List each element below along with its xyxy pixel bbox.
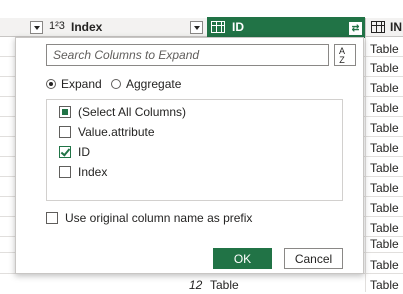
column-name-id: ID (232, 20, 244, 34)
aggregate-radio[interactable]: Aggregate (111, 77, 181, 91)
table-cell[interactable]: Table (370, 81, 399, 95)
sort-az-button[interactable]: A Z (334, 44, 356, 66)
list-item-index[interactable]: Index (59, 165, 107, 179)
column-filter-button[interactable] (30, 21, 43, 34)
whole-number-type-icon[interactable]: 1²3 (49, 20, 65, 32)
aggregate-label: Aggregate (126, 77, 182, 91)
cancel-button[interactable]: Cancel (284, 248, 343, 269)
table-type-icon[interactable] (211, 21, 225, 33)
list-item-value-attribute[interactable]: Value.attribute (59, 125, 155, 139)
search-input[interactable] (46, 44, 329, 66)
expand-columns-dialog: A Z Expand Aggregate (Select All Columns… (15, 37, 364, 274)
column-header-id[interactable]: ID (207, 17, 365, 38)
expand-radio[interactable]: Expand (46, 77, 102, 91)
table-cell[interactable]: Table (370, 278, 399, 292)
column-name-third: IN (390, 20, 402, 34)
column-name-index: Index (71, 20, 103, 34)
table-cell[interactable]: Table (210, 278, 239, 292)
table-cell[interactable]: Table (370, 141, 399, 155)
column-header-third[interactable]: IN (365, 18, 403, 37)
table-cell[interactable]: Table (370, 121, 399, 135)
expand-label: Expand (61, 77, 102, 91)
checkbox-unchecked[interactable] (59, 126, 71, 138)
radio-unselected-icon[interactable] (111, 79, 121, 89)
list-item-label: Index (78, 165, 108, 179)
list-item-label: (Select All Columns) (78, 105, 187, 119)
list-item-label: Value.attribute (78, 125, 155, 139)
table-cell[interactable]: Table (370, 181, 399, 195)
table-cell[interactable]: Table (370, 161, 399, 175)
table-cell[interactable]: Table (370, 201, 399, 215)
row-number: 12 (189, 278, 203, 292)
list-item-select-all[interactable]: (Select All Columns) (59, 105, 186, 119)
checkbox-checked[interactable] (59, 146, 71, 158)
column-header-index[interactable]: 1²3 Index (0, 18, 207, 37)
column-list: (Select All Columns) Value.attribute ID … (46, 99, 343, 201)
radio-selected-icon[interactable] (46, 79, 56, 89)
chevron-down-icon (33, 25, 40, 30)
chevron-down-icon (193, 25, 200, 30)
table-cell[interactable]: Table (370, 101, 399, 115)
ok-button[interactable]: OK (213, 248, 272, 269)
prefix-checkbox[interactable] (46, 212, 58, 224)
table-cell[interactable]: Table (370, 61, 399, 75)
checkbox-partial[interactable] (59, 106, 71, 118)
table-type-icon[interactable] (371, 21, 385, 33)
checkbox-unchecked[interactable] (59, 166, 71, 178)
prefix-option[interactable]: Use original column name as prefix (46, 211, 252, 225)
sort-az-icon: A Z (338, 46, 345, 65)
column-filter-button-index[interactable] (190, 21, 203, 34)
top-strip (0, 0, 403, 18)
table-cell[interactable]: Table (370, 42, 399, 56)
prefix-label: Use original column name as prefix (65, 211, 253, 225)
list-item-id[interactable]: ID (59, 145, 90, 159)
expand-columns-icon[interactable]: ⇄ (349, 22, 362, 35)
table-cell[interactable]: Table (370, 237, 399, 251)
table-cell[interactable]: Table (370, 258, 399, 272)
list-item-label: ID (78, 145, 90, 159)
